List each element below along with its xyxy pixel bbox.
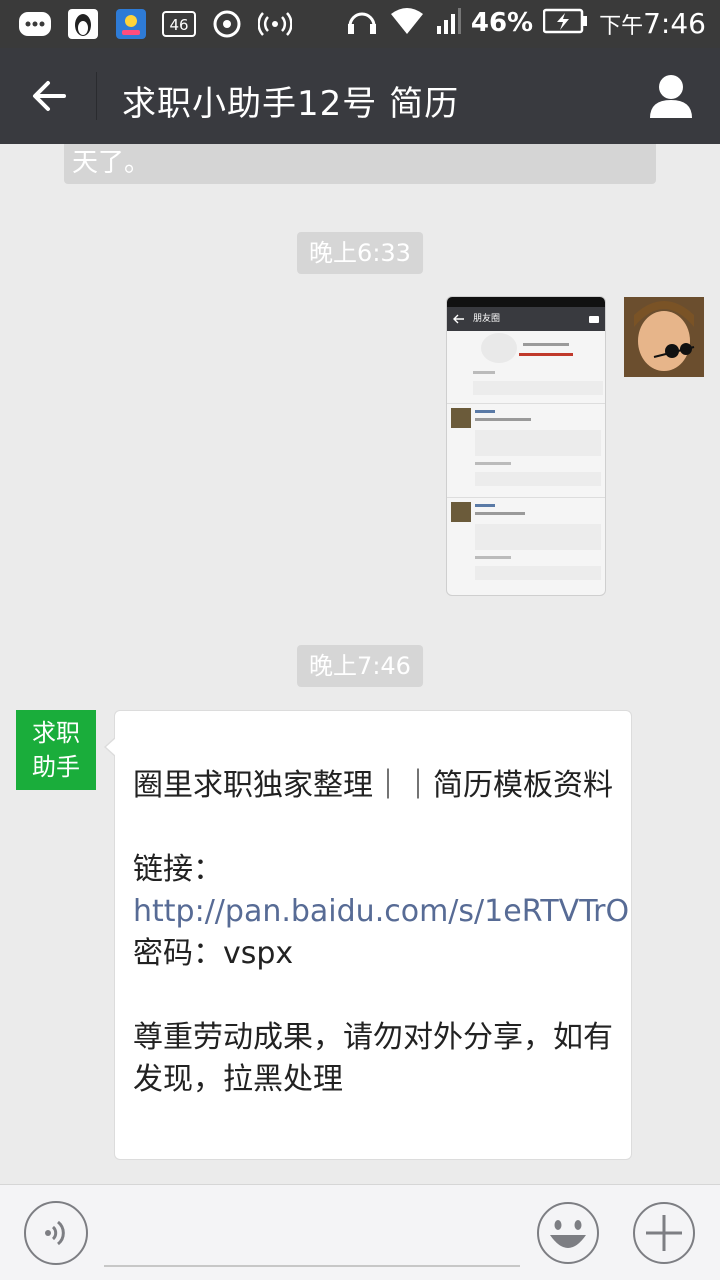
title-divider xyxy=(96,72,97,120)
mini-text xyxy=(475,418,531,421)
mini-sticker xyxy=(481,333,517,363)
mini-link-card xyxy=(475,524,601,550)
wifi-icon xyxy=(389,6,425,40)
clock: 下午7:46 xyxy=(599,6,706,40)
mini-header: 朋友圈 xyxy=(447,307,605,331)
image-message[interactable]: 朋友圈 xyxy=(446,296,606,596)
mini-avatar xyxy=(451,408,471,428)
mini-link-card xyxy=(475,430,601,456)
mini-text xyxy=(475,512,525,515)
bot-avatar-line: 求职 xyxy=(32,719,80,747)
mini-name xyxy=(475,504,495,507)
chat-area[interactable]: 天了。 晚上6:33 朋友圈 晚上7:46 求职 助手 圈里求职独家整理｜｜简历… xyxy=(0,144,720,1184)
smiley-icon xyxy=(537,1202,599,1264)
timestamp: 晚上6:33 xyxy=(297,232,423,274)
signal-icon xyxy=(435,6,461,40)
mini-header-label: 朋友圈 xyxy=(473,314,501,324)
app-icon xyxy=(114,8,148,40)
battery-percent: 46% xyxy=(470,8,534,38)
title-bar: 求职小助手12号 简历 xyxy=(0,48,720,144)
netease-icon xyxy=(210,8,244,40)
mini-text xyxy=(523,343,569,346)
link-prefix: 链接： xyxy=(133,852,223,887)
message-icon xyxy=(18,8,52,40)
more-button[interactable] xyxy=(632,1201,696,1265)
headset-icon xyxy=(345,6,379,40)
user-avatar[interactable] xyxy=(624,297,704,377)
person-icon[interactable] xyxy=(648,72,694,120)
bot-avatar-line: 助手 xyxy=(32,753,80,781)
mini-name xyxy=(475,410,495,413)
message-link-line: 链接： http://pan.baidu.com/s/1eRTVTrO 密码：vs… xyxy=(133,849,629,975)
mini-like-bar xyxy=(475,472,601,486)
voice-icon xyxy=(45,1220,65,1246)
previous-message-text: 天了。 xyxy=(72,148,151,178)
hotspot-icon xyxy=(258,8,292,40)
mini-text xyxy=(475,462,511,465)
penguin-icon xyxy=(66,8,100,40)
battery-charging-icon xyxy=(542,8,589,38)
bot-avatar[interactable]: 求职 助手 xyxy=(16,710,96,790)
mini-back-icon xyxy=(453,314,464,324)
password-text: 密码：vspx xyxy=(133,936,294,971)
mini-text xyxy=(473,371,495,374)
message-line: 尊重劳动成果，请勿对外分享，如有发现，拉黑处理 xyxy=(133,1020,613,1097)
download-link[interactable]: http://pan.baidu.com/s/1eRTVTrO xyxy=(133,894,629,929)
network-46-icon: 46 xyxy=(162,8,196,40)
mini-avatar xyxy=(451,502,471,522)
message-input[interactable] xyxy=(104,1199,520,1267)
input-bar xyxy=(0,1184,720,1280)
message-line: 圈里求职独家整理｜｜简历模板资料 xyxy=(133,768,613,803)
mini-text xyxy=(519,353,573,356)
mini-like-bar xyxy=(475,566,601,580)
mini-statusbar xyxy=(447,297,605,307)
mini-like-bar xyxy=(473,381,603,395)
back-arrow-icon[interactable] xyxy=(28,74,72,118)
message-bubble[interactable]: 圈里求职独家整理｜｜简历模板资料 链接： http://pan.baidu.com… xyxy=(104,710,632,1160)
timestamp: 晚上7:46 xyxy=(297,645,423,687)
mini-post xyxy=(447,403,605,497)
plus-icon xyxy=(633,1202,695,1264)
voice-input-button[interactable] xyxy=(24,1201,88,1265)
mini-text xyxy=(475,556,511,559)
previous-message-bubble[interactable]: 天了。 xyxy=(64,144,656,184)
network-badge-text: 46 xyxy=(169,16,188,34)
status-bar: 46 46% 下午7:46 xyxy=(0,0,720,48)
mini-camera-icon xyxy=(589,316,599,323)
emoji-button[interactable] xyxy=(536,1201,600,1265)
chat-title: 求职小助手12号 简历 xyxy=(122,84,460,124)
mini-post xyxy=(447,497,605,591)
